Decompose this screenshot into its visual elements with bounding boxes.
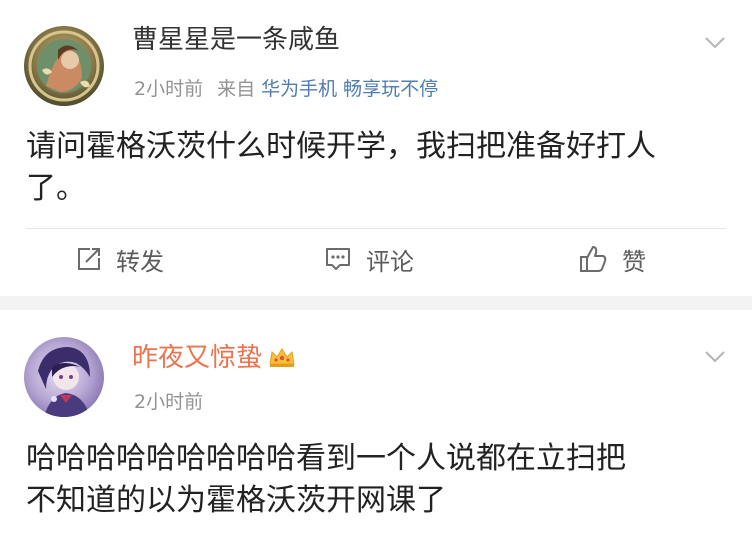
username-text: 昨夜又惊蛰	[132, 343, 263, 373]
comment-label: 评论	[366, 247, 414, 276]
source-prefix: 来自	[217, 78, 256, 100]
chevron-down-icon[interactable]	[704, 350, 726, 364]
post-text: 请问霍格沃茨什么时候开学，我扫把准备好打人 了。	[26, 126, 726, 210]
avatar-image	[24, 337, 104, 417]
post-text-line: 不知道的以为霍格沃茨开网课了	[26, 483, 446, 518]
action-bar: 转发 评论 赞	[0, 229, 752, 289]
post-meta: 2小时前	[134, 390, 203, 414]
thumbs-up-icon	[580, 246, 607, 272]
post-meta: 2小时前 来自 华为手机 畅享玩不停	[134, 77, 438, 101]
post-text: 哈哈哈哈哈哈哈哈哈看到一个人说都在立扫把 不知道的以为霍格沃茨开网课了	[26, 438, 726, 522]
post-text-line: 请问霍格沃茨什么时候开学，我扫把准备好打人	[26, 129, 656, 164]
comment-button[interactable]: 评论	[324, 241, 414, 277]
weibo-post: 曹星星是一条咸鱼 2小时前 来自 华为手机 畅享玩不停 请问霍格沃茨什么时候开学，我…	[0, 0, 752, 296]
chevron-down-icon[interactable]	[704, 36, 726, 50]
avatar[interactable]	[24, 26, 104, 106]
like-label: 赞	[622, 247, 646, 276]
weibo-post: 昨夜又惊蛰 2小时前 哈哈哈哈哈哈哈哈哈看到一个人说都在立扫把 不知道的以为霍格…	[0, 310, 752, 544]
avatar-image	[24, 26, 104, 106]
repost-label: 转发	[116, 247, 164, 276]
repost-button[interactable]: 转发	[76, 241, 164, 277]
avatar[interactable]	[24, 337, 104, 417]
post-text-line: 哈哈哈哈哈哈哈哈哈看到一个人说都在立扫把	[26, 441, 626, 476]
comment-icon	[326, 248, 350, 270]
post-time: 2小时前	[134, 78, 204, 100]
like-button[interactable]: 赞	[578, 241, 646, 277]
repost-icon	[78, 248, 100, 270]
username[interactable]: 昨夜又惊蛰	[132, 342, 296, 374]
post-text-line: 了。	[26, 171, 86, 206]
vip-crown-icon[interactable]	[268, 346, 296, 368]
post-time: 2小时前	[134, 391, 204, 413]
username[interactable]: 曹星星是一条咸鱼	[132, 24, 340, 56]
source-device-link[interactable]: 华为手机 畅享玩不停	[261, 78, 438, 100]
